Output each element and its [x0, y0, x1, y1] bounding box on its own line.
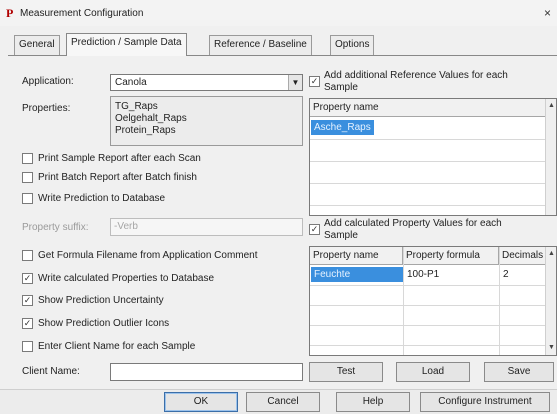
grid-row-divider — [310, 139, 547, 140]
title-bar: P Measurement Configuration × — [0, 0, 557, 26]
reference-header-property-name[interactable]: Property name — [310, 99, 547, 117]
chevron-down-icon[interactable]: ▼ — [288, 75, 302, 90]
grid-row-divider — [310, 325, 547, 326]
print-batch-report-checkbox[interactable] — [22, 172, 33, 183]
add-calculated-values-label-2: Sample — [324, 230, 358, 241]
scroll-up-icon[interactable]: ▲ — [546, 248, 557, 259]
grid-row-divider — [310, 345, 547, 346]
grid-col-divider — [499, 247, 500, 355]
application-value: Canola — [115, 77, 147, 88]
print-batch-report-label: Print Batch Report after Batch finish — [38, 172, 197, 183]
print-sample-report-checkbox[interactable] — [22, 153, 33, 164]
ok-button[interactable]: OK — [164, 392, 238, 412]
application-select[interactable]: Canola ▼ — [110, 74, 303, 91]
show-outlier-checkbox[interactable]: ✓ — [22, 318, 33, 329]
property-suffix-value: -Verb — [114, 221, 138, 232]
app-icon: P — [6, 6, 14, 20]
calculated-values-grid[interactable]: Property name Property formula Decimals … — [309, 246, 557, 356]
calc-header-property-formula[interactable]: Property formula — [403, 247, 499, 265]
grid-col-divider — [403, 247, 404, 355]
window-title: Measurement Configuration — [20, 8, 144, 19]
reference-values-grid[interactable]: Property name Asche_Raps ▲ — [309, 98, 557, 216]
table-row[interactable]: Asche_Raps — [311, 120, 374, 135]
show-uncertainty-label: Show Prediction Uncertainty — [38, 295, 164, 306]
client-name-label: Client Name: — [22, 366, 80, 377]
scroll-down-icon[interactable]: ▼ — [546, 342, 557, 353]
list-item[interactable]: Protein_Raps — [115, 125, 176, 136]
get-formula-checkbox[interactable] — [22, 250, 33, 261]
show-uncertainty-checkbox[interactable]: ✓ — [22, 295, 33, 306]
tab-options[interactable]: Options — [330, 35, 375, 55]
cancel-button[interactable]: Cancel — [246, 392, 320, 412]
list-item[interactable]: TG_Raps — [115, 101, 158, 112]
enter-client-checkbox[interactable] — [22, 341, 33, 352]
calc-header-decimals[interactable]: Decimals — [499, 247, 547, 265]
scroll-up-icon[interactable]: ▲ — [546, 100, 557, 111]
write-calculated-checkbox[interactable]: ✓ — [22, 273, 33, 284]
enter-client-label: Enter Client Name for each Sample — [38, 341, 196, 352]
write-prediction-checkbox[interactable] — [22, 193, 33, 204]
reference-grid-scrollbar[interactable]: ▲ — [545, 99, 556, 215]
show-outlier-label: Show Prediction Outlier Icons — [38, 318, 170, 329]
write-prediction-label: Write Prediction to Database — [38, 193, 166, 204]
tab-general[interactable]: General — [14, 35, 60, 55]
close-icon[interactable]: × — [544, 6, 551, 20]
list-item[interactable]: Oelgehalt_Raps — [115, 113, 187, 124]
property-suffix-input[interactable]: -Verb — [110, 218, 303, 236]
client-name-input[interactable] — [110, 363, 303, 381]
property-suffix-label: Property suffix: — [22, 222, 89, 233]
calculated-grid-scrollbar[interactable]: ▲ ▼ — [545, 247, 556, 355]
tab-reference-baseline[interactable]: Reference / Baseline — [209, 35, 312, 55]
grid-row-divider — [310, 205, 547, 206]
get-formula-label: Get Formula Filename from Application Co… — [38, 250, 258, 261]
application-label: Application: — [22, 76, 74, 87]
print-sample-report-label: Print Sample Report after each Scan — [38, 153, 201, 164]
add-reference-values-label-1: Add additional Reference Values for each — [324, 70, 508, 81]
table-cell-formula[interactable]: 100-P1 — [404, 267, 442, 282]
add-reference-values-checkbox[interactable]: ✓ — [309, 76, 320, 87]
grid-row-divider — [310, 161, 547, 162]
add-calculated-values-checkbox[interactable]: ✓ — [309, 224, 320, 235]
configure-instrument-button[interactable]: Configure Instrument — [420, 392, 550, 412]
help-button[interactable]: Help — [336, 392, 410, 412]
tab-prediction-sample-data[interactable]: Prediction / Sample Data — [66, 33, 187, 56]
properties-label: Properties: — [22, 103, 71, 114]
save-button[interactable]: Save — [484, 362, 554, 382]
calc-header-property-name[interactable]: Property name — [310, 247, 403, 265]
add-calculated-values-label-1: Add calculated Property Values for each — [324, 218, 502, 229]
load-button[interactable]: Load — [396, 362, 470, 382]
add-reference-values-label-2: Sample — [324, 82, 358, 93]
test-button[interactable]: Test — [309, 362, 383, 382]
table-row[interactable]: Feuchte — [311, 267, 403, 282]
properties-list[interactable]: TG_Raps Oelgehalt_Raps Protein_Raps — [110, 96, 303, 146]
grid-row-divider — [310, 305, 547, 306]
grid-row-divider — [310, 285, 547, 286]
write-calculated-label: Write calculated Properties to Database — [38, 273, 215, 284]
table-cell-decimals[interactable]: 2 — [500, 267, 512, 282]
grid-row-divider — [310, 183, 547, 184]
